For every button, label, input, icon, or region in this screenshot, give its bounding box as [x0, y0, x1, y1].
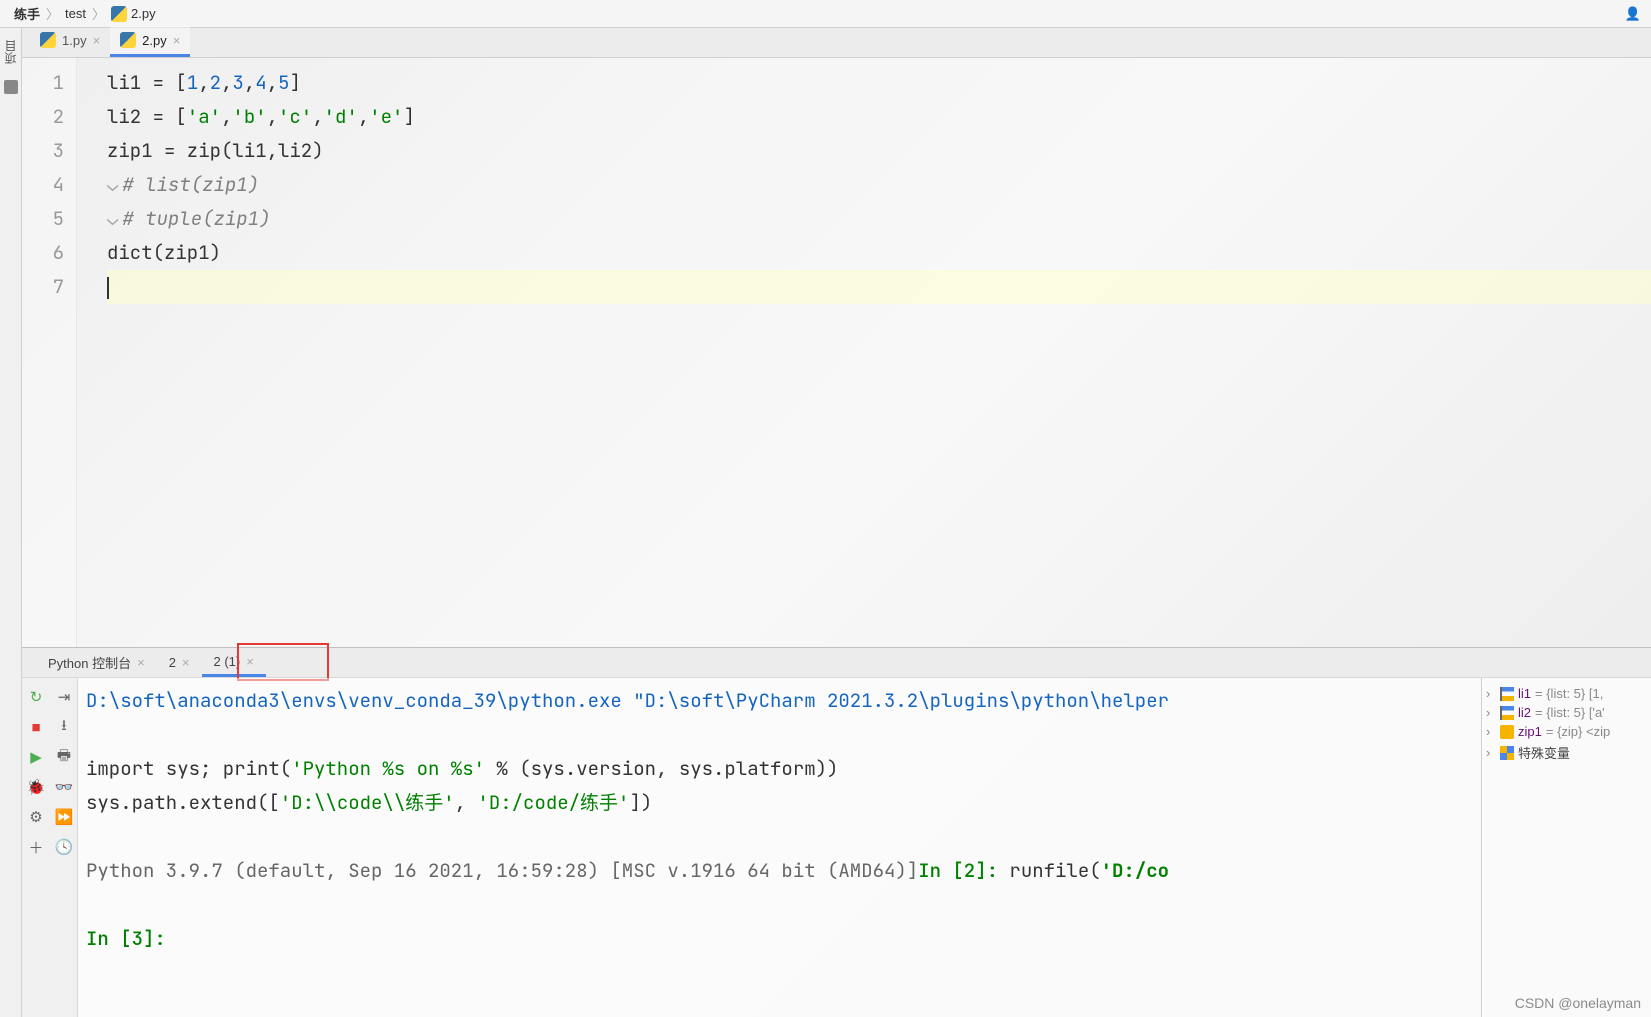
settings-button[interactable]: ⚙: [22, 802, 50, 832]
console-tab-python[interactable]: Python 控制台 ×: [36, 648, 157, 677]
code-line: li2 = ['a','b','c','d','e']: [107, 100, 1651, 134]
stop-button[interactable]: ■: [22, 712, 50, 742]
add-button[interactable]: ＋: [22, 832, 50, 862]
chevron-right-icon[interactable]: ›: [1486, 686, 1496, 701]
project-tool-button[interactable]: 项目: [2, 36, 19, 68]
chevron-right-icon[interactable]: ›: [1486, 724, 1496, 739]
breadcrumb: 练手 〉 test 〉 2.py 👤: [0, 0, 1651, 28]
console-tab-2-1[interactable]: 2 (1) ×: [202, 649, 266, 677]
tab-label: 1.py: [62, 33, 87, 48]
editor-tab-2py[interactable]: 2.py ×: [110, 26, 190, 57]
code-line: ⌄# tuple(zip1): [107, 202, 1651, 236]
print-button[interactable]: 🖶: [50, 742, 78, 772]
console-tabs: Python 控制台 × 2 × 2 (1) ×: [22, 648, 1651, 678]
close-icon[interactable]: ×: [182, 655, 190, 670]
code-line: dict(zip1): [107, 236, 1651, 270]
close-icon[interactable]: ×: [173, 33, 181, 48]
chevron-right-icon: 〉: [92, 4, 105, 23]
run-button[interactable]: ▶: [22, 742, 50, 772]
breadcrumb-item-file[interactable]: 2.py: [107, 6, 160, 22]
python-file-icon: [40, 32, 56, 48]
editor-tab-1py[interactable]: 1.py ×: [30, 26, 110, 57]
chevron-right-icon[interactable]: ›: [1486, 745, 1496, 760]
var-row-li2[interactable]: › li2 = {list: 5} ['a': [1486, 703, 1647, 722]
var-row-zip1[interactable]: › zip1 = {zip} <zip: [1486, 722, 1647, 741]
user-icon[interactable]: 👤: [1625, 6, 1641, 22]
special-var-icon: [1500, 746, 1514, 760]
code-area[interactable]: li1 = [1,2,3,4,5] li2 = ['a','b','c','d'…: [77, 58, 1651, 647]
code-line: ⌄# list(zip1): [107, 168, 1651, 202]
debug-button[interactable]: 🐞: [22, 772, 50, 802]
object-icon: [1500, 725, 1514, 739]
tab-label: 2.py: [142, 33, 167, 48]
python-file-icon: [111, 6, 127, 22]
gutter: 1 2 3 4 5 6 7: [22, 58, 77, 647]
code-editor[interactable]: 1 2 3 4 5 6 7 li1 = [1,2,3,4,5] li2 = ['…: [22, 58, 1651, 647]
var-row-li1[interactable]: › li1 = {list: 5} [1,: [1486, 684, 1647, 703]
wrap-button[interactable]: ⇥: [50, 682, 78, 712]
left-sidebar: 项目: [0, 28, 22, 1017]
var-row-special[interactable]: › 特殊变量: [1486, 741, 1647, 764]
console-tab-2[interactable]: 2 ×: [157, 650, 202, 675]
watermark: CSDN @onelayman: [1515, 995, 1641, 1011]
console-toolbar: ↻ ⇥ ■ ⭳ ▶ 🖶 🐞 👓 ⚙ ⏩ ＋ 🕓: [22, 678, 78, 1017]
history-icon[interactable]: 🕓: [50, 832, 78, 862]
fold-icon[interactable]: ⌄: [107, 172, 118, 197]
list-icon: [1500, 706, 1514, 720]
rerun-button[interactable]: ↻: [22, 682, 50, 712]
glasses-icon[interactable]: 👓: [50, 772, 78, 802]
editor-tabs: 1.py × 2.py ×: [22, 28, 1651, 58]
console-output[interactable]: D:\soft\anaconda3\envs\venv_conda_39\pyt…: [78, 678, 1481, 1017]
code-line-current: [107, 270, 1651, 304]
download-button[interactable]: ⭳: [50, 712, 78, 742]
code-line: li1 = [1,2,3,4,5]: [107, 66, 1651, 100]
fast-forward-icon[interactable]: ⏩: [50, 802, 78, 832]
fold-icon[interactable]: ⌄: [107, 206, 118, 231]
python-file-icon: [120, 32, 136, 48]
breadcrumb-item-root[interactable]: 练手: [10, 4, 44, 23]
console-panel: Python 控制台 × 2 × 2 (1) × ↻ ⇥ ■ ⭳ ▶ 🖶 🐞: [22, 647, 1651, 1017]
list-icon: [1500, 687, 1514, 701]
breadcrumb-item-folder[interactable]: test: [61, 6, 90, 21]
folder-icon[interactable]: [4, 80, 18, 94]
close-icon[interactable]: ×: [137, 655, 145, 670]
text-cursor: [107, 277, 109, 299]
code-line: zip1 = zip(li1,li2): [107, 134, 1651, 168]
chevron-right-icon: 〉: [46, 4, 59, 23]
close-icon[interactable]: ×: [246, 654, 254, 669]
variables-panel: › li1 = {list: 5} [1, › li2 = {list: 5} …: [1481, 678, 1651, 1017]
chevron-right-icon[interactable]: ›: [1486, 705, 1496, 720]
close-icon[interactable]: ×: [93, 33, 101, 48]
